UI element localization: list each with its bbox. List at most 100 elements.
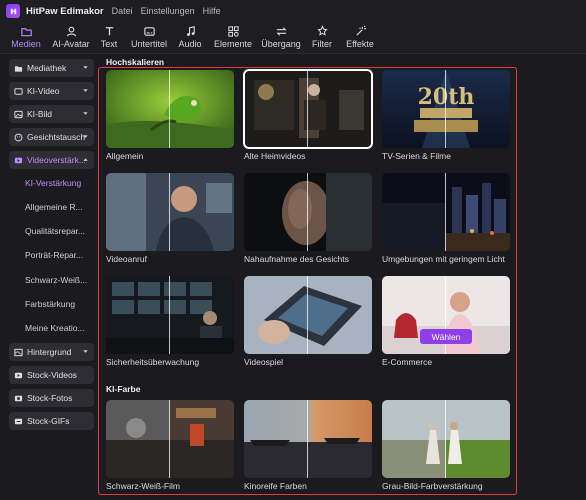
card-caption: Schwarz-Weiß-Film xyxy=(106,481,180,491)
tab-uebergang-label: Übergang xyxy=(261,39,301,49)
sidebar-item-stock-gifs[interactable]: Stock-GIFs xyxy=(9,412,94,430)
filter-icon xyxy=(315,25,329,38)
face-swap-icon xyxy=(13,132,23,142)
subtitle-icon xyxy=(142,25,156,38)
card-schwarz-weiss-film[interactable] xyxy=(106,400,234,478)
sub-item-meine-kreationen[interactable]: Meine Kreatio... xyxy=(25,323,85,333)
card-nahaufnahme-gesicht[interactable] xyxy=(244,173,372,251)
sub-item-schwarz-weiss[interactable]: Schwarz-Weiß... xyxy=(25,275,87,285)
tab-untertitel[interactable]: Untertitel xyxy=(130,22,168,52)
sub-item-qualitaetsreparatur[interactable]: Qualitätsrepar... xyxy=(25,226,85,236)
background-icon xyxy=(13,347,23,357)
card-caption: Videospiel xyxy=(244,357,284,367)
menu-hilfe[interactable]: Hilfe xyxy=(203,6,221,16)
section-title-ki-farbe: KI-Farbe xyxy=(106,384,141,394)
sub-item-ki-verstaerkung[interactable]: KI-Verstärkung xyxy=(25,178,81,188)
card-thumbnail-studio-logo: 20th xyxy=(382,70,510,148)
card-videospiel[interactable] xyxy=(244,276,372,354)
tab-uebergang[interactable]: Übergang xyxy=(261,22,301,52)
tab-effekte[interactable]: Effekte xyxy=(345,22,375,52)
sidebar-item-hintergrund[interactable]: Hintergrund xyxy=(9,343,94,361)
card-kinoreife-farben[interactable] xyxy=(244,400,372,478)
sub-item-allgemeine-reparatur[interactable]: Allgemeine R... xyxy=(25,202,83,212)
tab-ai-avatar[interactable]: AI-Avatar xyxy=(51,22,91,52)
card-caption: Videoanruf xyxy=(106,254,147,264)
tab-filter[interactable]: Filter xyxy=(311,22,333,52)
sidebar-item-label: Stock-Videos xyxy=(27,370,77,380)
caret-down-icon xyxy=(83,89,88,92)
sidebar-item-label: Videoverstärk... xyxy=(27,155,86,165)
compare-divider xyxy=(445,70,446,148)
caret-down-icon xyxy=(83,135,88,138)
tab-untertitel-label: Untertitel xyxy=(130,39,167,49)
card-tv-serien-filme[interactable]: 20th xyxy=(382,70,510,148)
ai-video-icon xyxy=(13,86,23,96)
sidebar-item-ki-video[interactable]: KI-Video xyxy=(9,82,94,100)
caret-down-icon xyxy=(83,66,88,69)
tab-elemente[interactable]: Elemente xyxy=(214,22,252,52)
sidebar-item-stock-videos[interactable]: Stock-Videos xyxy=(9,366,94,384)
tab-text[interactable]: Text xyxy=(99,22,119,52)
card-alte-heimvideos[interactable] xyxy=(243,69,373,149)
compare-divider xyxy=(169,173,170,251)
card-caption: TV-Serien & Filme xyxy=(382,151,451,161)
transition-icon xyxy=(274,25,288,38)
card-geringes-licht[interactable] xyxy=(382,173,510,251)
sub-item-portraet-reparatur[interactable]: Porträt-Repar... xyxy=(25,250,83,260)
menu-einstellungen[interactable]: Einstellungen xyxy=(141,6,195,16)
sidebar-item-label: Stock-Fotos xyxy=(27,393,73,403)
card-thumbnail-sunset-boat xyxy=(244,400,372,478)
card-caption: Sicherheitsüberwachung xyxy=(106,357,200,367)
card-grau-bild-farbverstaerkung[interactable] xyxy=(382,400,510,478)
tab-audio[interactable]: Audio xyxy=(177,22,203,52)
effects-icon xyxy=(353,25,367,38)
sidebar-item-label: Hintergrund xyxy=(27,347,72,357)
sidebar-item-mediathek[interactable]: Mediathek xyxy=(9,59,94,77)
caret-down-icon xyxy=(83,350,88,353)
sidebar-item-label: Gesichtstausch xyxy=(27,132,86,142)
card-thumbnail-bw-film xyxy=(106,400,234,478)
folder-icon xyxy=(19,25,33,38)
compare-divider xyxy=(445,400,446,478)
card-caption: Umgebungen mit geringem Licht xyxy=(382,254,505,264)
sidebar-item-stock-fotos[interactable]: Stock-Fotos xyxy=(9,389,94,407)
tab-audio-label: Audio xyxy=(178,39,202,49)
compare-divider xyxy=(169,276,170,354)
app-logo-icon xyxy=(6,4,20,18)
video-enhance-icon xyxy=(13,155,23,165)
section-title-hochskalieren: Hochskalieren xyxy=(106,57,165,67)
sidebar-item-ki-bild[interactable]: KI-Bild xyxy=(9,105,94,123)
sidebar-item-label: Stock-GIFs xyxy=(27,416,70,426)
card-sicherheitsueberwachung[interactable] xyxy=(106,276,234,354)
card-caption: E-Commerce xyxy=(382,357,433,367)
tab-elemente-label: Elemente xyxy=(213,39,253,49)
sidebar-item-videoverstaerkung[interactable]: Videoverstärk... xyxy=(9,151,94,169)
stock-gif-icon xyxy=(13,416,23,426)
card-caption: Kinoreife Farben xyxy=(244,481,307,491)
caret-down-icon xyxy=(83,112,88,115)
select-button[interactable]: Wählen xyxy=(420,329,472,344)
card-caption: Nahaufnahme des Gesichts xyxy=(244,254,349,264)
compare-divider xyxy=(307,70,308,148)
card-e-commerce[interactable]: Wählen xyxy=(382,276,510,354)
tab-filter-label: Filter xyxy=(312,39,332,49)
sidebar-item-label: KI-Video xyxy=(27,86,60,96)
menu-datei[interactable]: Datei xyxy=(112,6,133,16)
card-thumbnail-face-closeup xyxy=(244,173,372,251)
card-thumbnail-handheld-game xyxy=(244,276,372,354)
sidebar-item-gesichtstausch[interactable]: Gesichtstausch xyxy=(9,128,94,146)
compare-divider xyxy=(307,276,308,354)
card-thumbnail-night-city xyxy=(382,173,510,251)
card-thumbnail-room xyxy=(244,70,372,148)
sub-item-farbstaerkung[interactable]: Farbstärkung xyxy=(25,299,75,309)
tab-medien[interactable]: Medien xyxy=(9,22,43,52)
card-caption: Allgemein xyxy=(106,151,144,161)
avatar-icon xyxy=(64,25,78,38)
compare-divider xyxy=(169,70,170,148)
card-allgemein[interactable] xyxy=(106,70,234,148)
card-thumbnail-lizard xyxy=(106,70,234,148)
card-thumbnail-man-video-call xyxy=(106,173,234,251)
text-icon xyxy=(102,25,116,38)
elements-icon xyxy=(226,25,240,38)
card-videoanruf[interactable] xyxy=(106,173,234,251)
